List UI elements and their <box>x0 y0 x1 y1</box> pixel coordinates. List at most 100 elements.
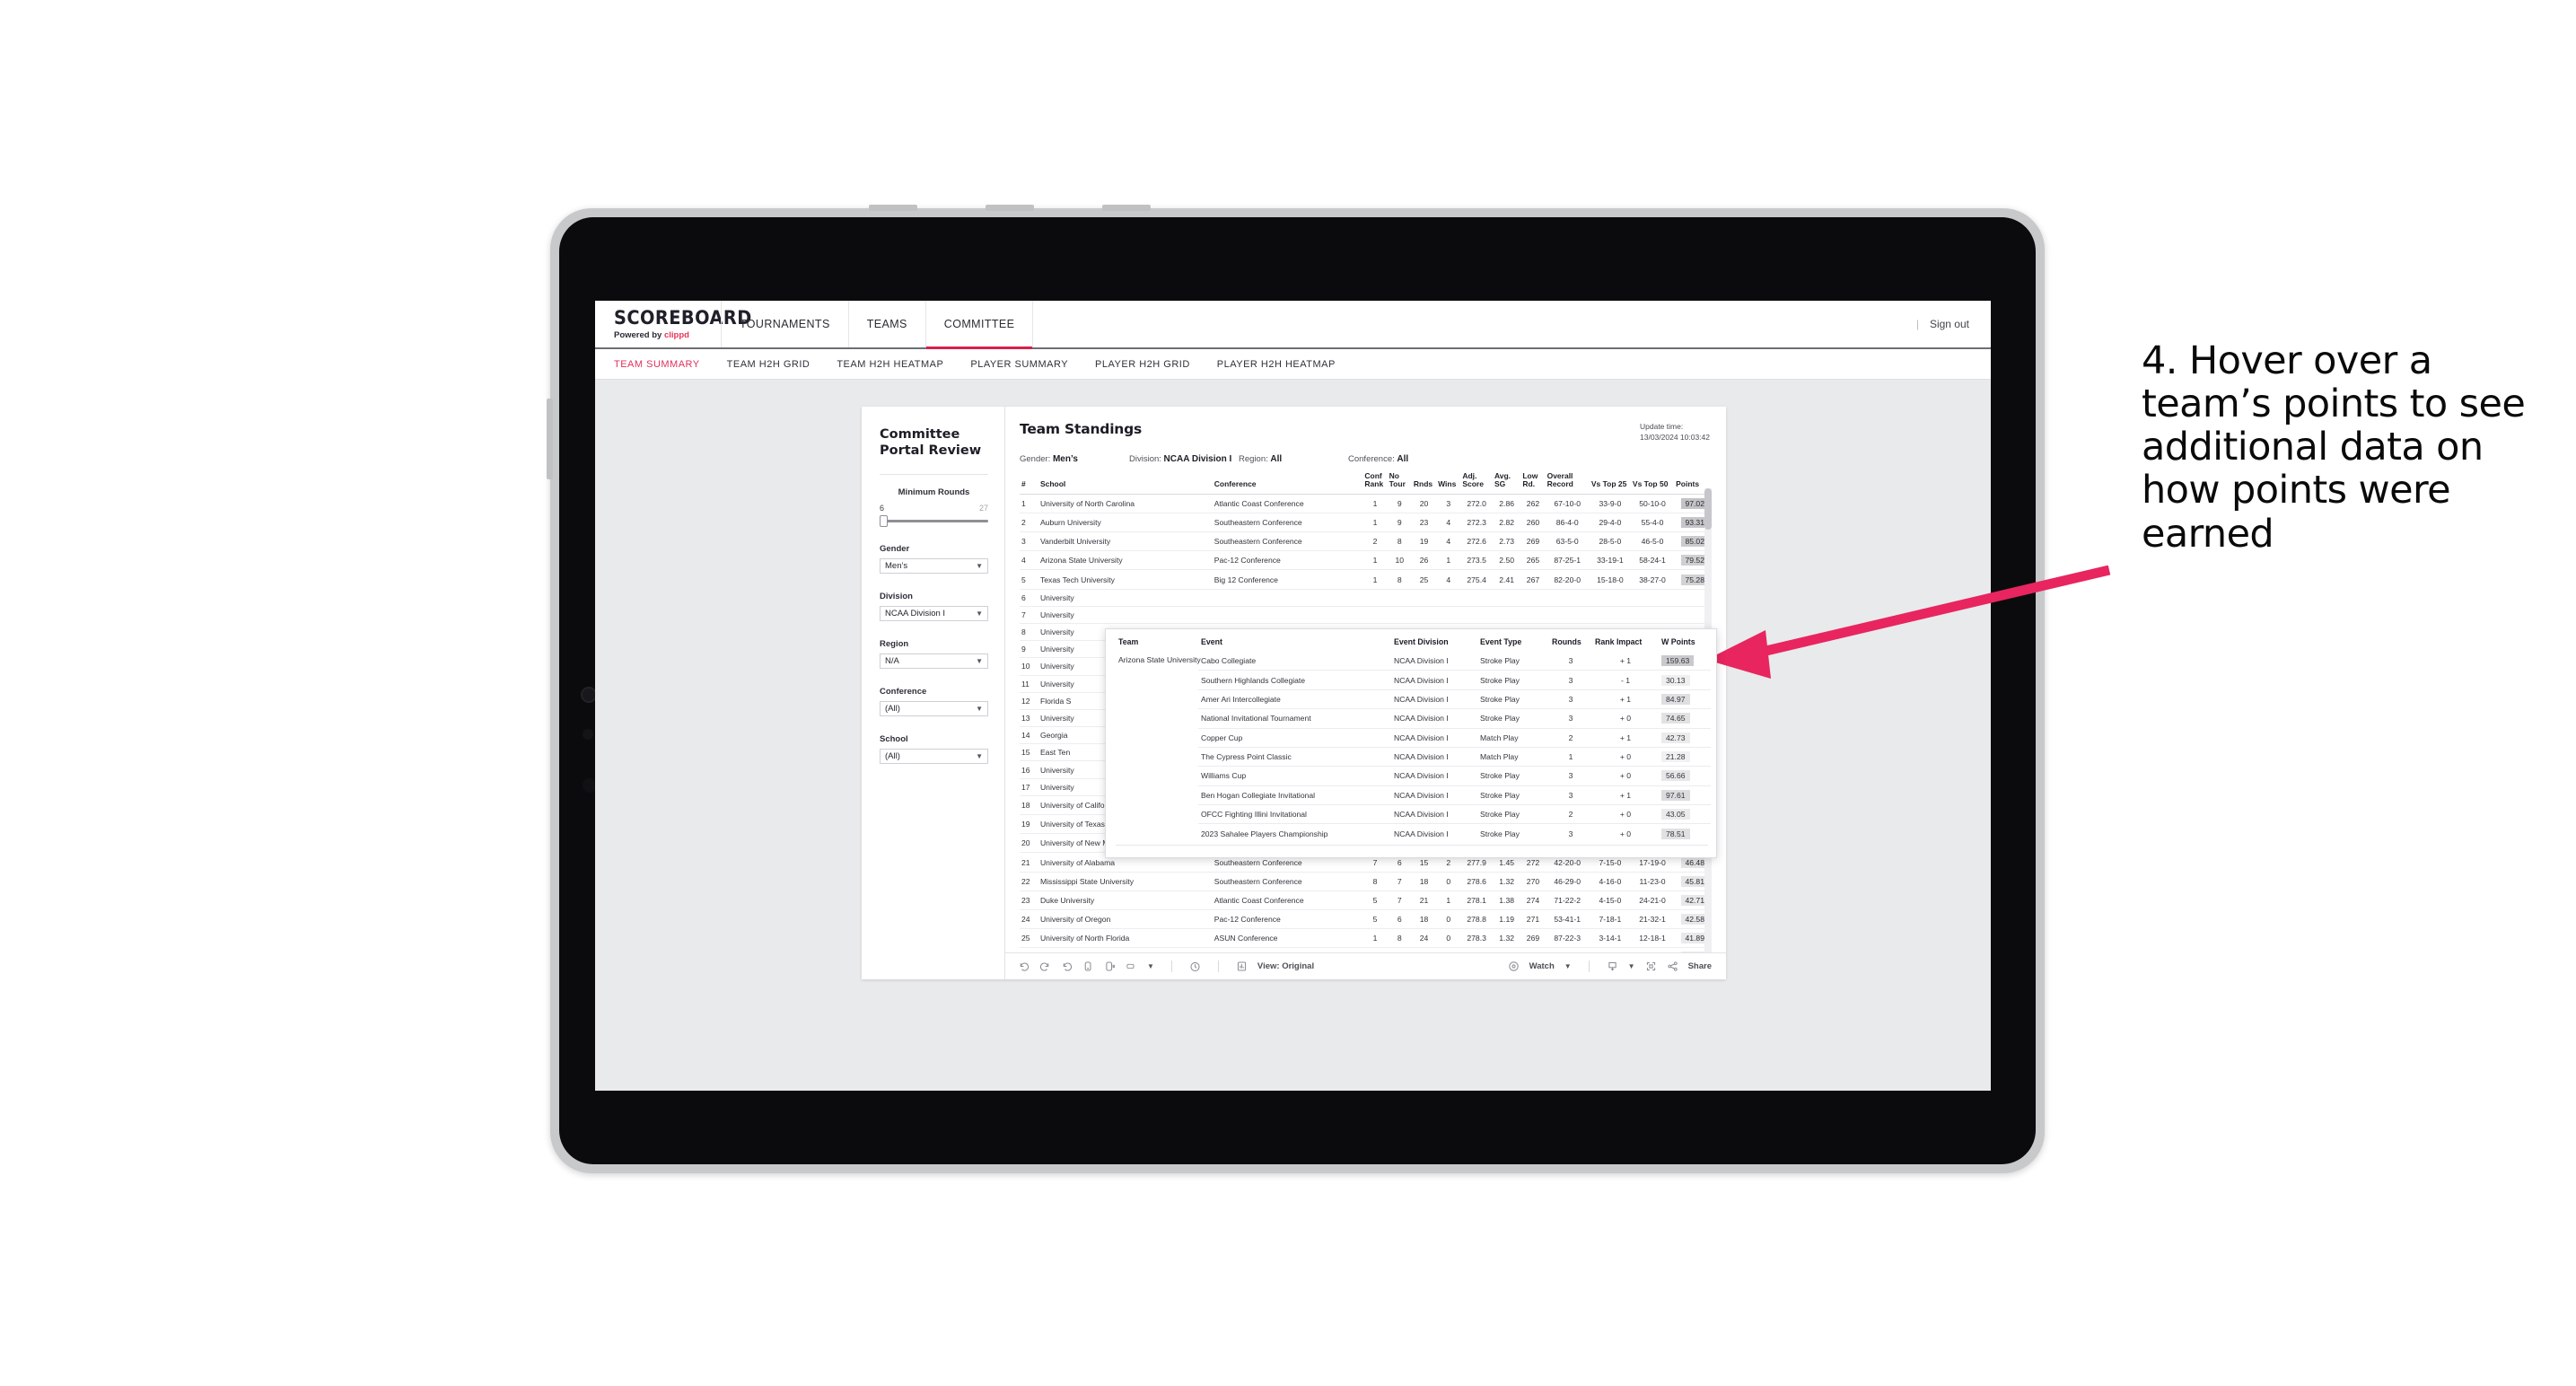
col-vs-top-50[interactable]: Vs Top 50 <box>1630 471 1675 495</box>
filter-division-value: NCAA Division I <box>885 609 946 619</box>
tab-team-summary[interactable]: TEAM SUMMARY <box>614 359 700 370</box>
cell-rank: 4 <box>1020 550 1038 571</box>
table-row[interactable]: 6 University <box>1020 589 1710 607</box>
tooltip-footer-divider <box>1116 844 1708 851</box>
camera-icon <box>583 689 595 701</box>
cell-rec: 63-5-0 <box>1545 531 1590 552</box>
update-time-value: 13/03/2024 10:03:42 <box>1640 433 1710 443</box>
table-row[interactable]: 5 Texas Tech University Big 12 Conference 1… <box>1020 569 1710 590</box>
cell-t50: 12-18-1 <box>1630 928 1675 949</box>
cell-rnds <box>1411 589 1437 607</box>
chevron-down-icon[interactable]: ▼ <box>1628 962 1635 970</box>
pan-icon[interactable] <box>1126 961 1137 972</box>
brand-clippd-text: clippd <box>663 329 689 340</box>
w-points-value: 30.13 <box>1661 674 1690 686</box>
undo-icon[interactable] <box>1018 961 1030 972</box>
share-button[interactable]: Share <box>1688 961 1712 971</box>
cell-adj <box>1460 606 1493 624</box>
tab-player-h2h-heatmap[interactable]: PLAYER H2H HEATMAP <box>1217 359 1336 370</box>
col-conf-rank[interactable]: Conf Rank <box>1362 471 1388 495</box>
col-wins[interactable]: Wins <box>1436 471 1461 495</box>
slider-handle[interactable] <box>880 515 888 528</box>
tooltip-cell-event: Williams Cup <box>1198 766 1391 786</box>
tooltip-cell-type: Stroke Play <box>1477 708 1549 728</box>
nav-item-committee[interactable]: COMMITTEE <box>925 301 1034 349</box>
share-icon[interactable] <box>1667 961 1678 972</box>
cell-rank: 5 <box>1020 569 1038 590</box>
tab-team-h2h-grid[interactable]: TEAM H2H GRID <box>727 359 810 370</box>
cell-t50: 24-21-0 <box>1630 890 1675 910</box>
cell-adj <box>1460 589 1493 607</box>
fullscreen-icon[interactable] <box>1645 961 1657 972</box>
pause-auto-update-icon[interactable] <box>1104 961 1116 972</box>
revert-icon[interactable] <box>1061 961 1073 972</box>
download-icon[interactable] <box>1607 961 1618 972</box>
tab-player-summary[interactable]: PLAYER SUMMARY <box>970 359 1068 370</box>
scrollbar-thumb[interactable] <box>1704 487 1712 530</box>
points-breakdown-tooltip: Team Event Event Division Event Type Rou… <box>1105 628 1717 858</box>
nav-item-teams[interactable]: TEAMS <box>849 301 926 347</box>
table-row[interactable]: 2 Auburn University Southeastern Conferenc… <box>1020 513 1710 533</box>
table-row[interactable]: 3 Vanderbilt University Southeastern Confe… <box>1020 531 1710 552</box>
cell-wins: 0 <box>1436 872 1461 891</box>
brand-logo[interactable]: SCOREBOARD Powered by clippd <box>595 301 751 347</box>
col-overall-rec[interactable]: Overall Record <box>1545 471 1590 495</box>
watch-icon[interactable] <box>1508 961 1520 972</box>
chevron-down-icon[interactable]: ▼ <box>1147 962 1154 970</box>
meta-gender-label: Gender: <box>1020 453 1051 464</box>
table-row[interactable]: 4 Arizona State University Pac-12 Conferen… <box>1020 550 1710 571</box>
cell-rnds: 21 <box>1411 890 1437 910</box>
filter-division-select[interactable]: NCAA Division I ▼ <box>880 606 988 622</box>
view-icon[interactable] <box>1236 961 1248 972</box>
chevron-down-icon: ▼ <box>976 656 983 665</box>
col-school[interactable]: School <box>1038 471 1213 495</box>
watch-button[interactable]: Watch <box>1529 961 1555 971</box>
cell-rec <box>1545 589 1590 607</box>
cell-no: 7 <box>1387 872 1412 891</box>
table-row[interactable]: 22 Mississippi State University Southeaste… <box>1020 872 1710 891</box>
tt-col-event-type: Event Type <box>1480 637 1522 646</box>
w-points-value: 84.97 <box>1661 693 1690 705</box>
meta-division: Division: NCAA Division I <box>1129 454 1239 464</box>
highlight-icon[interactable] <box>1189 961 1201 972</box>
tooltip-cell-impact: + 1 <box>1592 785 1659 805</box>
chevron-down-icon[interactable]: ▼ <box>1564 962 1572 970</box>
filter-gender-select[interactable]: Men’s ▼ <box>880 558 988 575</box>
col-rnds[interactable]: Rnds <box>1411 471 1437 495</box>
col-avg-sg[interactable]: Avg. SG <box>1492 471 1521 495</box>
tooltip-cell-rounds: 3 <box>1549 670 1592 690</box>
col-vs-top-25[interactable]: Vs Top 25 <box>1589 471 1631 495</box>
filter-region-select[interactable]: N/A ▼ <box>880 654 988 670</box>
table-row[interactable]: 25 University of North Florida ASUN Confer… <box>1020 928 1710 949</box>
col-adj-score[interactable]: Adj. Score <box>1460 471 1493 495</box>
slider-track[interactable] <box>880 515 988 528</box>
cell-t25: 4-16-0 <box>1589 872 1631 891</box>
refresh-data-icon[interactable] <box>1082 961 1094 972</box>
cell-school: Vanderbilt University <box>1038 531 1213 552</box>
tooltip-cell-impact: + 0 <box>1592 746 1659 767</box>
table-row[interactable]: 24 University of Oregon Pac-12 Conference 5… <box>1020 909 1710 930</box>
col-no-tour[interactable]: No Tour <box>1387 471 1412 495</box>
cell-conf: Atlantic Coast Conference <box>1212 890 1363 910</box>
view-original-label[interactable]: View: Original <box>1257 961 1314 971</box>
table-row[interactable]: 7 University <box>1020 606 1710 624</box>
col-low-rd[interactable]: Low Rd. <box>1520 471 1546 495</box>
table-row[interactable]: 1 University of North Carolina Atlantic Co… <box>1020 494 1710 513</box>
col-rank[interactable]: # <box>1020 471 1038 495</box>
col-conference[interactable]: Conference <box>1212 471 1363 495</box>
redo-icon[interactable] <box>1039 961 1051 972</box>
tooltip-cell-event: 2023 Sahalee Players Championship <box>1198 823 1391 843</box>
tooltip-table-body: Arizona State University Cabo Collegiate N… <box>1116 652 1711 843</box>
cell-low: 270 <box>1520 872 1546 891</box>
tab-player-h2h-grid[interactable]: PLAYER H2H GRID <box>1095 359 1190 370</box>
cell-adj: 275.4 <box>1460 569 1493 590</box>
filter-region-label: Region <box>880 639 909 650</box>
tab-team-h2h-heatmap[interactable]: TEAM H2H HEATMAP <box>837 359 943 370</box>
filter-conference-select[interactable]: (All) ▼ <box>880 701 988 717</box>
table-row[interactable]: 23 Duke University Atlantic Coast Conferen… <box>1020 890 1710 910</box>
nav-item-tournaments[interactable]: TOURNAMENTS <box>721 301 849 347</box>
sign-out-button[interactable]: Sign out <box>1930 318 1969 330</box>
w-points-value: 43.05 <box>1661 809 1690 820</box>
tooltip-cell-type: Stroke Play <box>1477 766 1549 786</box>
filter-school-select[interactable]: (All) ▼ <box>880 749 988 765</box>
